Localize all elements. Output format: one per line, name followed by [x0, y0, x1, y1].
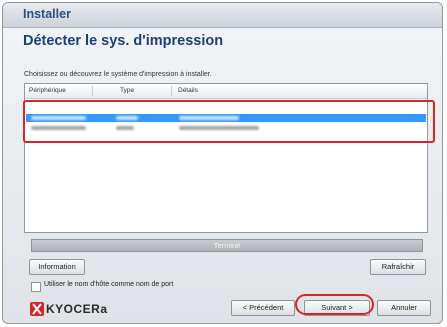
refresh-button[interactable]: Rafraîchir [370, 259, 426, 275]
page-title: Détecter le sys. d'impression [23, 33, 224, 49]
installer-window: Installer Détecter le sys. d'impression … [2, 2, 443, 324]
title-bar: Installer [3, 3, 442, 28]
cancel-button[interactable]: Annuler [377, 300, 431, 316]
annotation-highlight-device-list [23, 100, 435, 143]
window-title: Installer [23, 7, 71, 21]
information-button[interactable]: Information [29, 259, 85, 275]
kyocera-logo-icon [30, 302, 44, 316]
brand-name: KYOCERa [46, 302, 108, 316]
use-hostname-checkbox[interactable] [31, 282, 41, 292]
column-separator[interactable] [92, 86, 93, 96]
device-list-header: Périphérique Type Détails [25, 84, 427, 99]
column-separator[interactable] [171, 86, 172, 96]
use-hostname-label[interactable]: Utiliser le nom d'hôte comme nom de port [44, 281, 173, 288]
progress-bar: Terminé [31, 239, 423, 252]
column-header-details[interactable]: Détails [178, 87, 198, 94]
column-header-type[interactable]: Type [120, 87, 134, 94]
progress-status: Terminé [213, 241, 241, 250]
instruction-text: Choisissez ou découvrez le système d'imp… [24, 71, 212, 78]
previous-button[interactable]: < Précédent [231, 300, 295, 316]
column-header-device[interactable]: Périphérique [29, 87, 66, 94]
annotation-highlight-next-button [295, 294, 374, 315]
